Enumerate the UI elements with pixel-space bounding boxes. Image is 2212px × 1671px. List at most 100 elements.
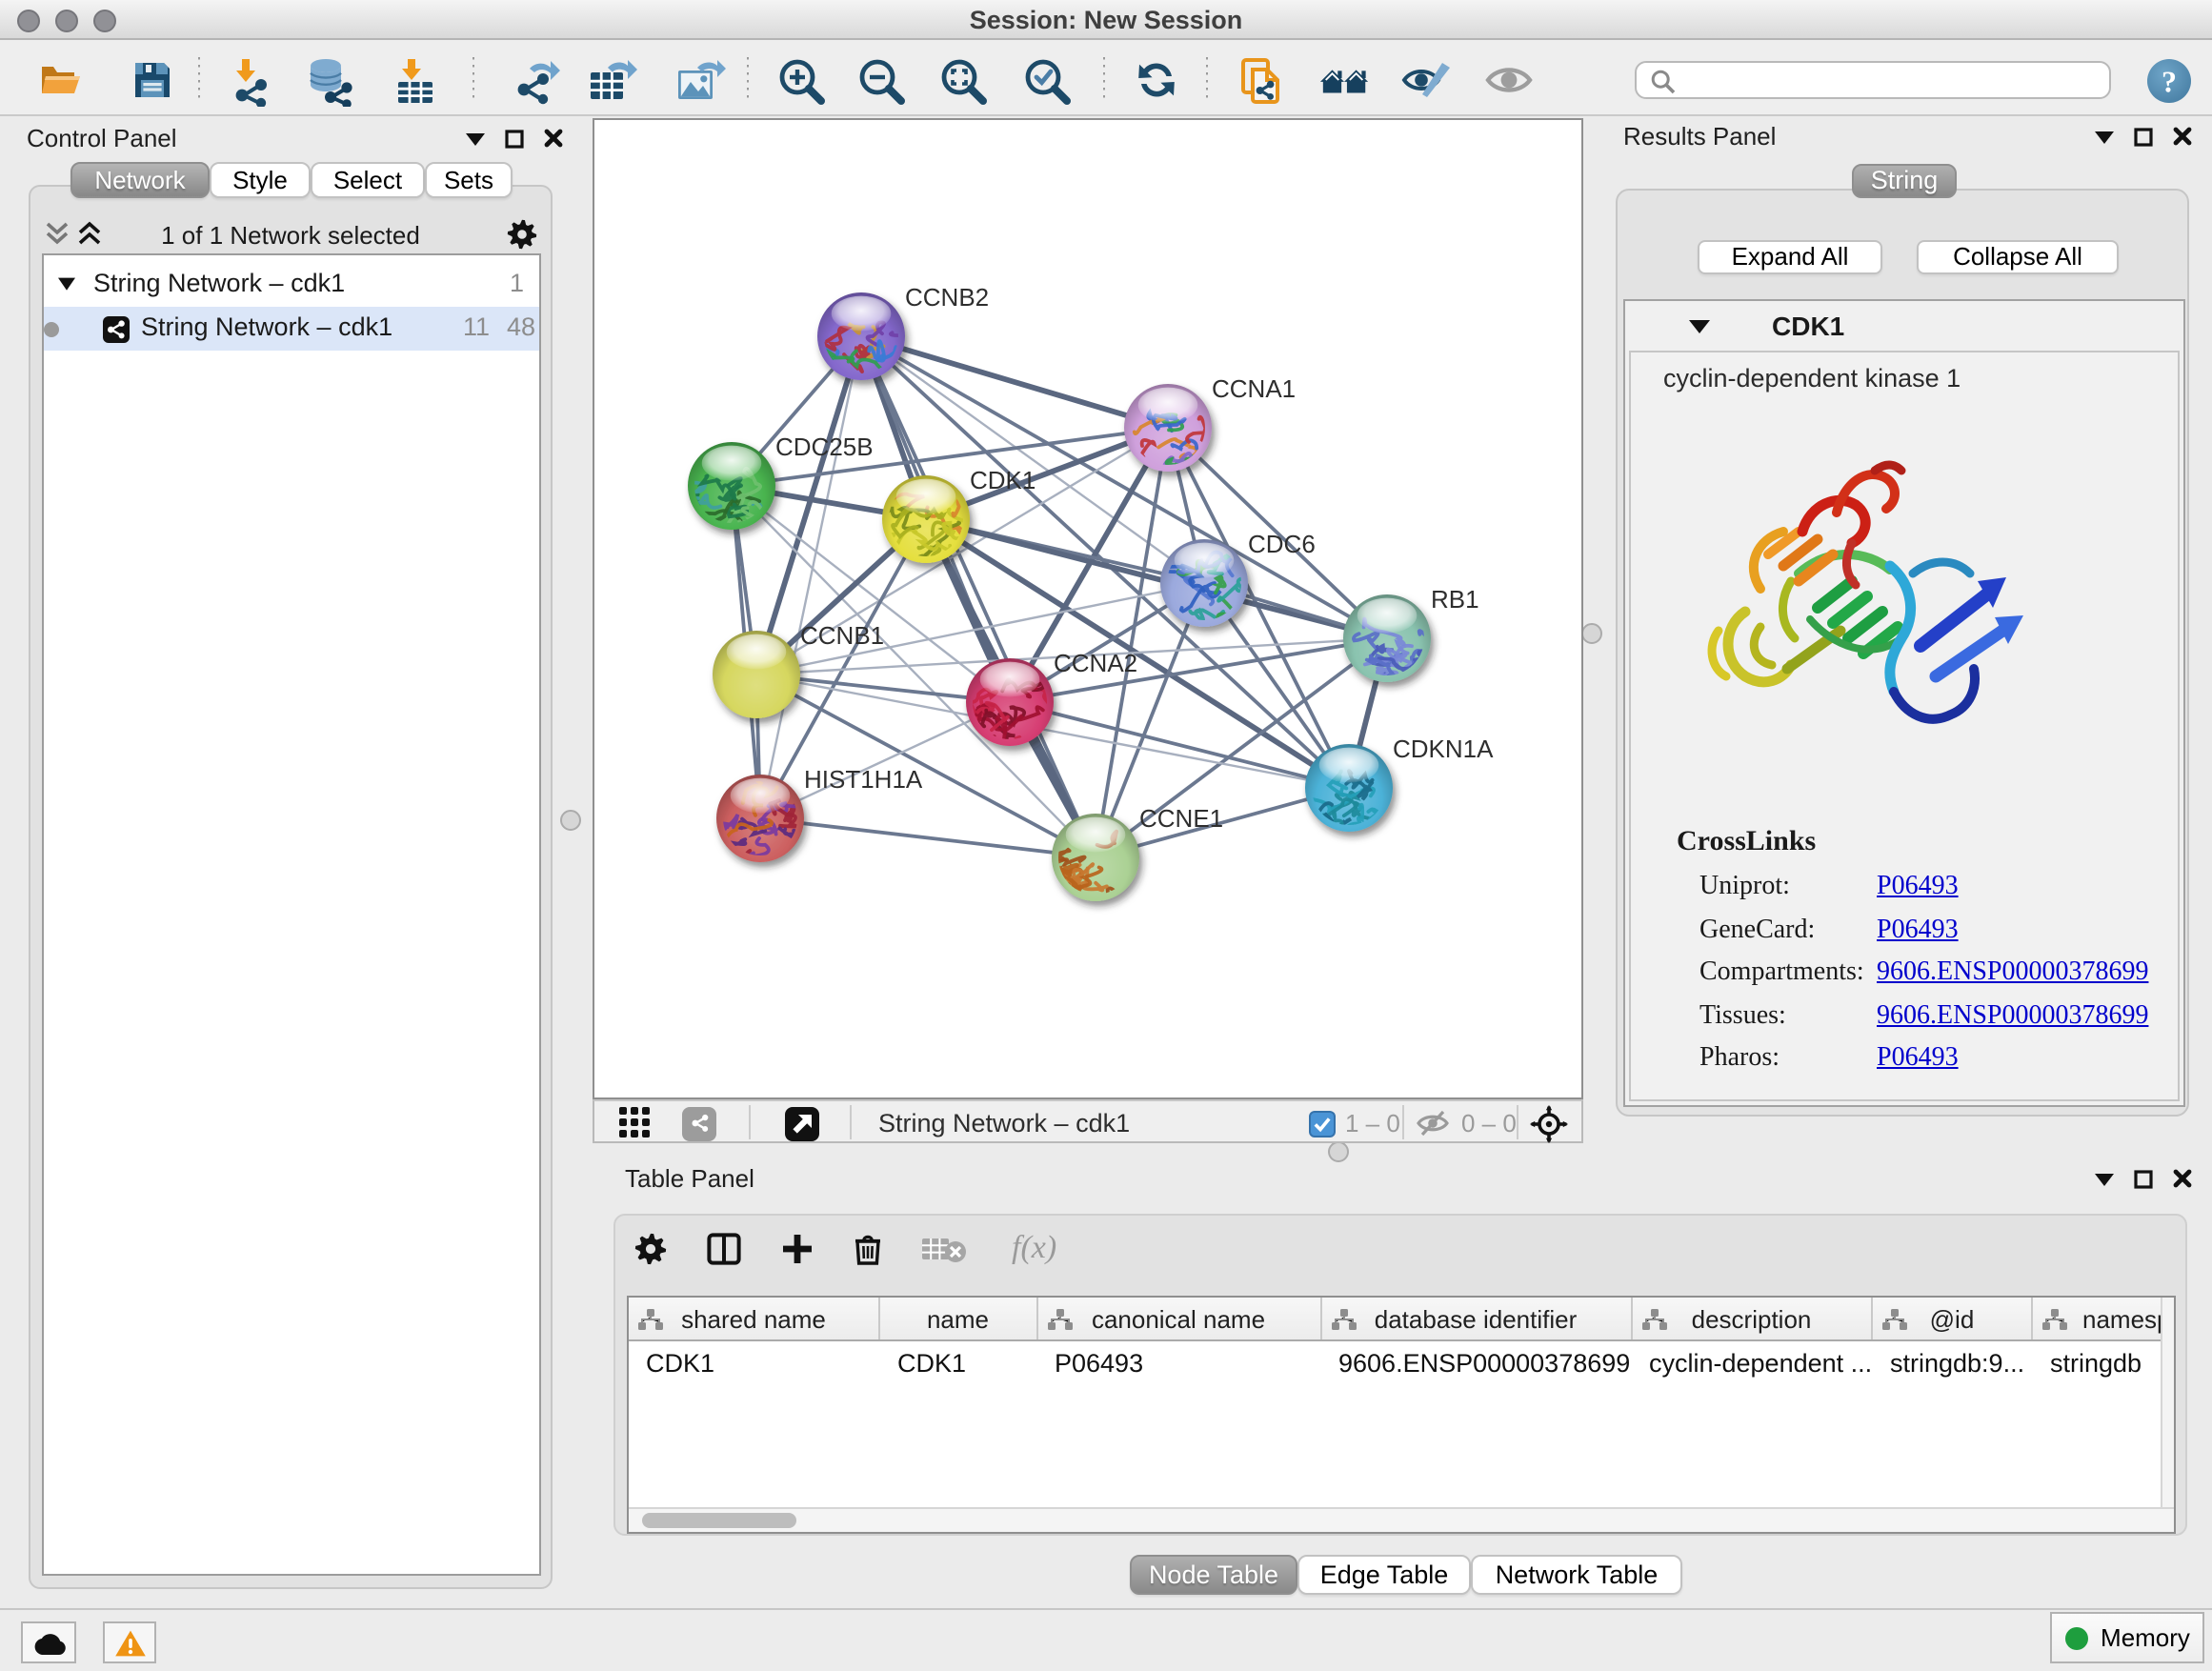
control-panel-close-icon[interactable] [543, 128, 564, 149]
tab-sets[interactable]: Sets [425, 162, 513, 198]
show-columns-icon[interactable] [707, 1232, 741, 1264]
table-horizontal-scrollbar[interactable] [629, 1507, 2174, 1532]
table-cell[interactable]: cyclin-dependent ... [1632, 1349, 1873, 1378]
tab-network-table[interactable]: Network Table [1471, 1555, 1682, 1595]
network-node-CDKN1A[interactable]: CDKN1A [1305, 735, 1494, 850]
hidden-eye-icon[interactable] [1416, 1109, 1450, 1137]
import-table-from-file-button[interactable] [387, 53, 440, 107]
import-network-from-database-button[interactable] [303, 53, 356, 107]
protein-structure-image [1677, 448, 2039, 756]
search-input[interactable] [1682, 65, 2098, 95]
import-network-from-file-button[interactable] [221, 53, 274, 107]
collection-expand-icon[interactable] [57, 276, 76, 292]
tab-network[interactable]: Network [70, 162, 210, 198]
tab-sets-label: Sets [444, 166, 493, 194]
network-collection-row[interactable]: String Network – cdk1 1 [44, 263, 539, 307]
show-all-button[interactable] [1482, 53, 1536, 107]
table-panel-close-icon[interactable] [2172, 1168, 2193, 1189]
right-splitter-handle[interactable] [1581, 623, 1602, 644]
column-header-database-identifier[interactable]: database identifier [1321, 1298, 1632, 1339]
network-node-CCNE1[interactable]: CCNE1 [1048, 804, 1223, 931]
scrollbar-thumb[interactable] [642, 1513, 796, 1528]
network-selection-summary: 1 of 1 Network selected [30, 221, 551, 250]
copy-network-view-button[interactable] [1235, 53, 1288, 107]
export-view-button[interactable] [785, 1106, 819, 1140]
table-cell[interactable]: stringdb [2033, 1349, 2174, 1378]
table-options-gear-icon[interactable] [634, 1232, 667, 1264]
column-header-shared-name[interactable]: shared name [629, 1298, 880, 1339]
cloud-status-button[interactable] [21, 1621, 76, 1663]
open-session-button[interactable] [34, 53, 88, 107]
export-network-icon [510, 54, 561, 106]
table-cell[interactable]: stringdb:9... [1873, 1349, 2033, 1378]
delete-column-icon[interactable] [854, 1232, 882, 1264]
network-row-selected[interactable]: String Network – cdk1 11 48 [44, 307, 539, 351]
network-node-CDK1[interactable]: CDK1 [878, 466, 1036, 572]
crosslink-link[interactable]: P06493 [1877, 873, 1959, 903]
node-label-CDC25B: CDC25B [775, 433, 874, 461]
birds-eye-view-button[interactable] [682, 1106, 716, 1140]
tab-style[interactable]: Style [210, 162, 311, 198]
export-table-button[interactable] [585, 53, 638, 107]
column-header-description[interactable]: description [1632, 1298, 1873, 1339]
zoom-selected-button[interactable] [1019, 53, 1073, 107]
network-node-RB1[interactable]: RB1 [1343, 585, 1479, 687]
first-neighbors-button[interactable] [1318, 53, 1372, 107]
table-cell[interactable]: CDK1 [629, 1349, 880, 1378]
table-cell[interactable]: CDK1 [880, 1349, 1037, 1378]
network-node-HIST1H1A[interactable]: HIST1H1A [716, 765, 923, 868]
refresh-button[interactable] [1130, 53, 1183, 107]
export-network-button[interactable] [509, 53, 562, 107]
crosslink-link[interactable]: P06493 [1877, 1044, 1959, 1075]
viewbar-separator [1402, 1105, 1404, 1139]
results-panel-float-icon[interactable] [2134, 127, 2153, 146]
table-cell[interactable]: 9606.ENSP00000378699 [1321, 1349, 1632, 1378]
table-panel-menu-icon[interactable] [2094, 1171, 2115, 1186]
gene-result-header[interactable]: CDK1 [1625, 301, 2183, 351]
add-column-icon[interactable] [781, 1232, 814, 1264]
function-builder-icon[interactable]: f(x) [1012, 1229, 1056, 1267]
table-panel-float-icon[interactable] [2134, 1169, 2153, 1188]
expand-all-button[interactable]: Expand All [1698, 240, 1882, 274]
left-splitter-handle[interactable] [560, 810, 581, 831]
control-panel-menu-icon[interactable] [465, 131, 486, 146]
crosslink-link[interactable]: 9606.ENSP00000378699 [1877, 958, 2148, 989]
hide-selected-button[interactable] [1400, 53, 1454, 107]
gene-collapse-icon[interactable] [1688, 318, 1711, 335]
memory-button[interactable]: Memory [2050, 1612, 2204, 1663]
clear-table-icon[interactable] [922, 1234, 968, 1262]
zoom-out-button[interactable] [854, 53, 907, 107]
collapse-all-button[interactable]: Collapse All [1917, 240, 2119, 274]
tab-edge-table[interactable]: Edge Table [1297, 1555, 1471, 1595]
viewbar-separator [850, 1105, 852, 1139]
network-canvas[interactable]: CCNB2CCNA1CDC25BCDK1CDC6RB1CCNB1CCNA2CDK… [593, 118, 1583, 1099]
column-header-namespace[interactable]: namespace [2033, 1298, 2174, 1339]
column-header--id[interactable]: @id [1873, 1298, 2033, 1339]
zoom-fit-button[interactable] [935, 53, 989, 107]
selected-checkbox-icon[interactable] [1309, 1110, 1336, 1137]
table-cell[interactable]: P06493 [1037, 1349, 1321, 1378]
control-panel-float-icon[interactable] [505, 129, 524, 148]
results-panel-menu-icon[interactable] [2094, 129, 2115, 144]
export-image-button[interactable] [673, 53, 726, 107]
bottom-splitter-handle[interactable] [1328, 1141, 1349, 1162]
results-panel-close-icon[interactable] [2172, 126, 2193, 147]
crosshair-icon[interactable] [1530, 1104, 1568, 1142]
column-header-name[interactable]: name [880, 1298, 1037, 1339]
crosslink-link[interactable]: P06493 [1877, 916, 1959, 946]
save-session-button[interactable] [126, 53, 179, 107]
zoom-in-icon [774, 54, 826, 106]
zoom-in-button[interactable] [774, 53, 827, 107]
tab-string[interactable]: String [1852, 164, 1957, 198]
crosslink-link[interactable]: 9606.ENSP00000378699 [1877, 1001, 2148, 1032]
tab-select[interactable]: Select [311, 162, 425, 198]
network-options-gear-icon[interactable] [507, 219, 537, 250]
tab-node-table[interactable]: Node Table [1130, 1555, 1297, 1595]
table-vertical-scrollbar[interactable] [2161, 1298, 2174, 1532]
table-toolbar: f(x) [634, 1229, 1056, 1267]
column-header-canonical-name[interactable]: canonical name [1037, 1298, 1321, 1339]
warning-status-button[interactable] [103, 1621, 156, 1663]
grid-view-icon[interactable] [619, 1107, 652, 1139]
help-button[interactable]: ? [2142, 53, 2195, 107]
table-row[interactable]: CDK1CDK1P064939606.ENSP00000378699cyclin… [629, 1341, 2174, 1385]
